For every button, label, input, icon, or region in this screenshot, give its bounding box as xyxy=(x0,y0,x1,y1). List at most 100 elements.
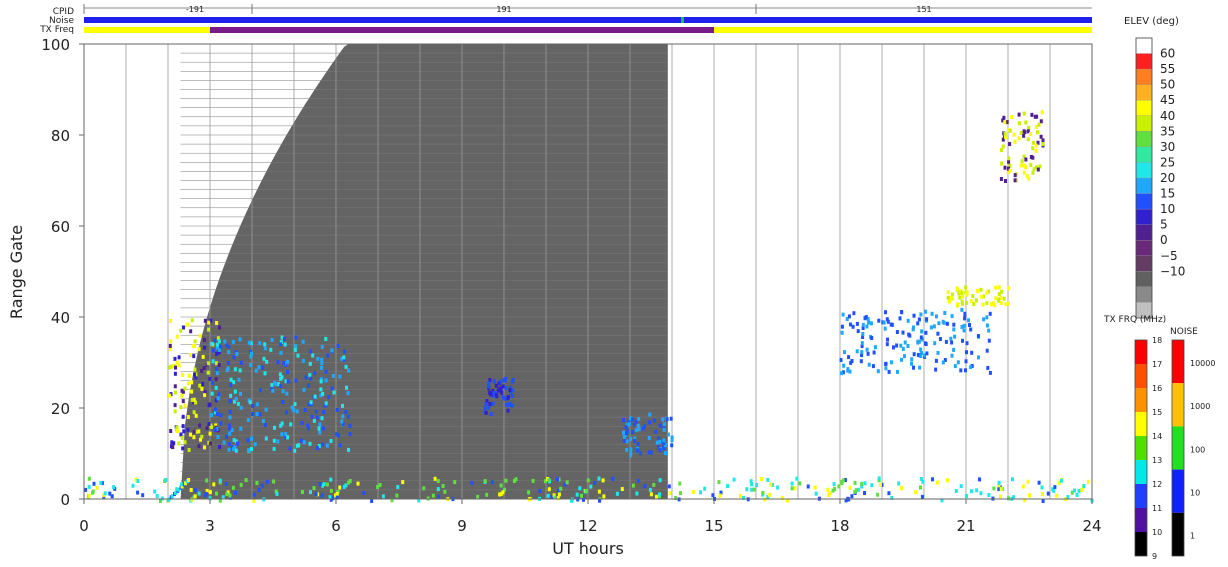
backscatter-cell xyxy=(1053,485,1057,490)
txfreq-scale-label: 17 xyxy=(1152,360,1162,369)
backscatter-cell xyxy=(281,389,285,394)
noise-swatch xyxy=(1172,469,1184,513)
backscatter-cell xyxy=(193,494,197,499)
chart-svg: CPID Noise TX Freq -191 191 151 0 3 6 9 12 15… xyxy=(7,4,1215,561)
backscatter-cell xyxy=(228,415,232,420)
backscatter-cell xyxy=(854,488,858,493)
backscatter-cell xyxy=(718,493,722,498)
backscatter-cell xyxy=(916,340,920,345)
backscatter-cell xyxy=(912,352,916,357)
backscatter-cell xyxy=(956,360,960,365)
backscatter-cell xyxy=(263,346,267,351)
backscatter-cell xyxy=(997,292,1001,297)
y-tick-label: 80 xyxy=(51,127,70,145)
backscatter-cell xyxy=(565,480,569,485)
backscatter-cell xyxy=(506,395,510,399)
backscatter-cell xyxy=(295,443,299,448)
backscatter-cell xyxy=(183,386,187,391)
backscatter-cell xyxy=(321,442,325,447)
backscatter-cell xyxy=(308,361,312,366)
backscatter-cell xyxy=(839,371,843,376)
backscatter-cell xyxy=(960,290,964,295)
backscatter-cell xyxy=(175,360,179,365)
backscatter-cell xyxy=(183,440,187,445)
backscatter-cell xyxy=(282,361,286,366)
noise-strip-green-tick xyxy=(681,17,684,23)
backscatter-cell xyxy=(332,390,336,395)
backscatter-cell xyxy=(301,339,305,344)
backscatter-cell xyxy=(514,477,518,482)
noise-scale-label: 10 xyxy=(1190,489,1200,498)
backscatter-cell xyxy=(324,378,328,383)
backscatter-cell xyxy=(470,480,474,485)
backscatter-cell xyxy=(664,451,667,456)
backscatter-cell xyxy=(1011,477,1014,482)
backscatter-cell xyxy=(661,417,665,422)
backscatter-cell xyxy=(252,492,256,497)
backscatter-cell xyxy=(192,354,196,359)
backscatter-cell xyxy=(381,494,385,499)
backscatter-cell xyxy=(839,358,843,362)
backscatter-cell xyxy=(641,426,645,431)
backscatter-cell xyxy=(851,324,855,329)
backscatter-cell xyxy=(658,492,662,497)
backscatter-cell xyxy=(309,490,312,495)
backscatter-cell xyxy=(246,418,250,423)
backscatter-cell xyxy=(897,481,901,486)
backscatter-cell xyxy=(622,438,626,443)
backscatter-cell xyxy=(180,435,184,440)
elevation-scale-label: 25 xyxy=(1160,155,1175,169)
backscatter-cell xyxy=(348,479,352,483)
backscatter-cell xyxy=(968,323,971,327)
elevation-scale-title: ELEV (deg) xyxy=(1124,16,1179,27)
backscatter-cell xyxy=(1036,167,1040,172)
backscatter-cell xyxy=(669,416,673,421)
backscatter-cell xyxy=(218,325,221,330)
backscatter-cell xyxy=(768,492,772,497)
backscatter-cell xyxy=(92,481,96,486)
backscatter-cell xyxy=(978,477,981,482)
backscatter-cell xyxy=(342,355,346,360)
txfreq-scale-label: 14 xyxy=(1152,432,1162,441)
backscatter-cell xyxy=(631,430,635,435)
backscatter-cell xyxy=(622,435,626,439)
backscatter-cell xyxy=(1033,114,1037,119)
backscatter-cell xyxy=(852,311,856,316)
backscatter-cell xyxy=(662,422,666,427)
backscatter-cell xyxy=(346,391,350,396)
backscatter-cell xyxy=(635,491,639,496)
backscatter-cell xyxy=(272,479,276,484)
backscatter-cell xyxy=(828,491,832,496)
backscatter-cell xyxy=(341,403,344,408)
backscatter-cell xyxy=(223,339,227,344)
backscatter-cell xyxy=(318,430,322,435)
backscatter-cell xyxy=(946,290,950,295)
backscatter-cell xyxy=(504,402,508,407)
backscatter-cell xyxy=(1024,157,1028,162)
backscatter-cell xyxy=(437,494,440,499)
backscatter-cell xyxy=(1029,155,1033,159)
backscatter-cell xyxy=(943,311,947,315)
backscatter-cell xyxy=(795,476,799,481)
backscatter-cell xyxy=(239,360,243,365)
backscatter-cell xyxy=(192,435,196,440)
backscatter-cell xyxy=(776,485,780,490)
backscatter-cell xyxy=(985,323,989,328)
backscatter-cell xyxy=(1008,168,1012,173)
backscatter-cell xyxy=(247,448,251,453)
backscatter-cell xyxy=(901,346,905,351)
backscatter-cell xyxy=(95,485,99,490)
backscatter-cell xyxy=(510,394,514,399)
backscatter-cell xyxy=(1007,286,1011,291)
backscatter-cell xyxy=(711,493,715,498)
backscatter-cell xyxy=(979,287,983,292)
backscatter-cell xyxy=(934,358,938,363)
backscatter-cell xyxy=(964,285,968,290)
backscatter-cell xyxy=(215,361,218,366)
backscatter-cell xyxy=(1086,479,1090,484)
backscatter-cell xyxy=(970,350,974,355)
backscatter-cell xyxy=(997,285,1001,290)
backscatter-cell xyxy=(276,360,280,365)
backscatter-cell xyxy=(631,483,635,488)
backscatter-cell xyxy=(890,322,894,327)
